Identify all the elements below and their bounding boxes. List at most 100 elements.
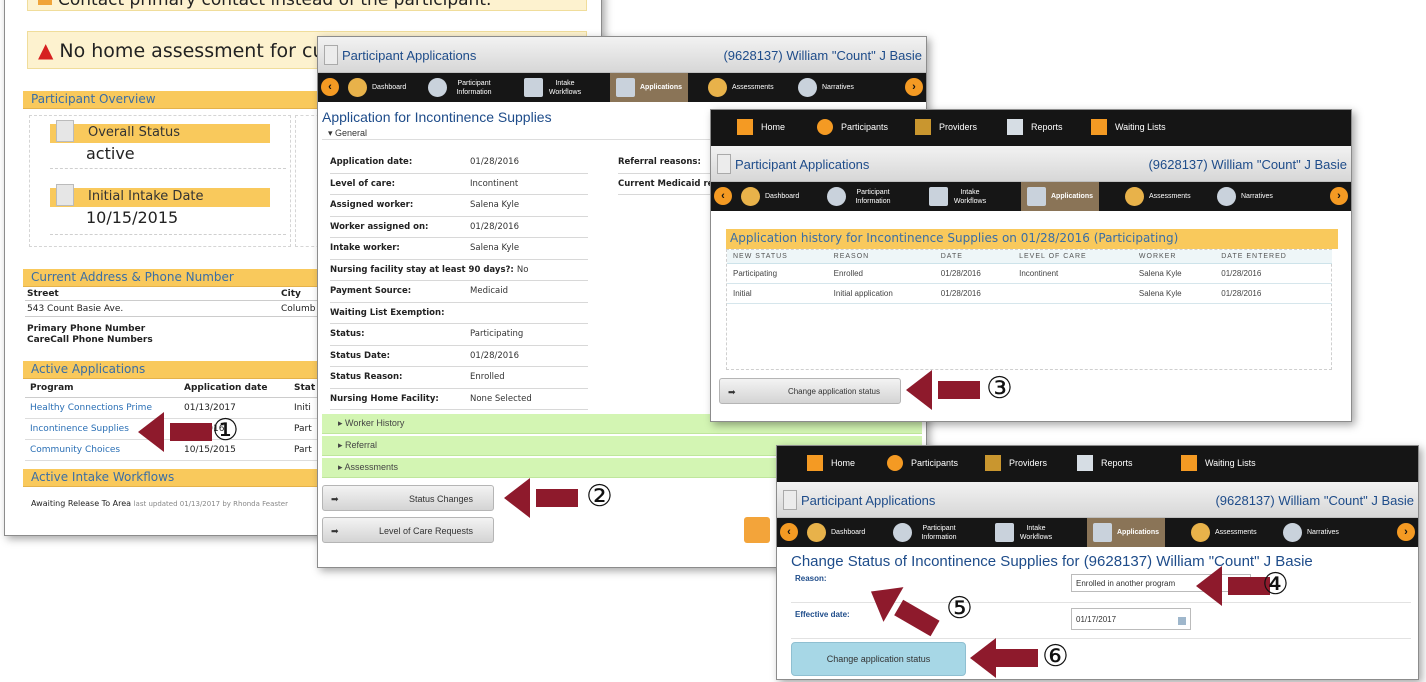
dashboard-icon bbox=[741, 187, 760, 206]
city-header: City bbox=[281, 289, 301, 299]
nav-next-icon[interactable]: › bbox=[905, 78, 923, 96]
program-link[interactable]: Incontinence Supplies bbox=[30, 424, 129, 434]
form-title: Application for Incontinence Supplies bbox=[322, 109, 552, 125]
nav-prev-icon[interactable]: ‹ bbox=[714, 187, 732, 205]
tab-narratives[interactable]: Narratives bbox=[792, 73, 860, 102]
tab-applications[interactable]: Applications bbox=[1021, 182, 1100, 211]
tab-intake-workflows[interactable]: Intake Workflows bbox=[923, 182, 993, 211]
street-value: 543 Count Basie Ave. bbox=[27, 304, 124, 314]
tab-participant-information[interactable]: Participant Information bbox=[887, 518, 967, 547]
program-link[interactable]: Healthy Connections Prime bbox=[30, 403, 152, 413]
nav-home[interactable]: Home bbox=[807, 455, 855, 471]
main-nav: Home Participants Providers Reports Wait… bbox=[777, 446, 1418, 482]
nav-waiting-lists[interactable]: Waiting Lists bbox=[1091, 119, 1166, 135]
tab-dashboard[interactable]: Dashboard bbox=[342, 73, 412, 102]
nav-prev-icon[interactable]: ‹ bbox=[321, 78, 339, 96]
nav-reports[interactable]: Reports bbox=[1007, 119, 1063, 135]
nav-next-icon[interactable]: › bbox=[1397, 523, 1415, 541]
participant-name: (9628137) William "Count" J Basie bbox=[723, 48, 922, 63]
program-link[interactable]: Community Choices bbox=[30, 445, 120, 455]
nav-participants[interactable]: Participants bbox=[887, 455, 958, 471]
participant-name: (9628137) William "Count" J Basie bbox=[1215, 493, 1414, 508]
callout-arrow-4 bbox=[1196, 566, 1270, 606]
effective-date-input[interactable]: 01/17/2017 bbox=[1071, 608, 1191, 630]
effective-date-label: Effective date: bbox=[795, 610, 850, 619]
app-logo-icon bbox=[783, 490, 797, 510]
home-icon bbox=[807, 455, 823, 471]
participant-name: (9628137) William "Count" J Basie bbox=[1148, 157, 1347, 172]
nav-participants[interactable]: Participants bbox=[817, 119, 888, 135]
callout-arrow-2 bbox=[504, 478, 578, 518]
speech-bubble-icon bbox=[798, 78, 817, 97]
title-bar: Participant Applications (9628137) Willi… bbox=[711, 146, 1351, 182]
nav-next-icon[interactable]: › bbox=[1330, 187, 1348, 205]
tab-applications[interactable]: Applications bbox=[610, 73, 689, 102]
field-row: Payment Source: Medicaid bbox=[330, 281, 588, 303]
field-row: Status: Participating bbox=[330, 324, 588, 346]
title-bar: Participant Applications (9628137) Willi… bbox=[777, 482, 1418, 518]
tab-assessments[interactable]: Assessments bbox=[1185, 518, 1263, 547]
primary-contact-alert: Contact primary contact instead of the p… bbox=[27, 0, 587, 11]
assessment-icon bbox=[1125, 187, 1144, 206]
speech-bubble-icon bbox=[1217, 187, 1236, 206]
level-of-care-requests-button[interactable]: ➡ Level of Care Requests bbox=[322, 517, 494, 543]
tab-assessments[interactable]: Assessments bbox=[702, 73, 780, 102]
providers-icon bbox=[985, 455, 1001, 471]
assessment-icon bbox=[708, 78, 727, 97]
application-date-header: Application date bbox=[179, 379, 289, 398]
applications-icon bbox=[616, 78, 635, 97]
section-nav: ‹ Dashboard Participant Information Inta… bbox=[777, 518, 1418, 547]
field-row: Waiting List Exemption: bbox=[330, 303, 588, 324]
alert-icon bbox=[38, 0, 52, 5]
nav-providers[interactable]: Providers bbox=[985, 455, 1047, 471]
history-box: NEW STATUS REASON DATE LEVEL OF CARE WOR… bbox=[726, 249, 1332, 370]
change-application-status-button[interactable]: ➡ Change application status bbox=[719, 378, 901, 404]
field-row: Nursing Home Facility: None Selected bbox=[330, 389, 588, 410]
callout-number-6: ⑥ bbox=[1042, 639, 1069, 674]
tab-dashboard[interactable]: Dashboard bbox=[735, 182, 805, 211]
overall-status-value: active bbox=[86, 144, 135, 163]
field-row: Worker assigned on: 01/28/2016 bbox=[330, 217, 588, 238]
reports-icon bbox=[1007, 119, 1023, 135]
callout-number-3: ③ bbox=[986, 371, 1013, 406]
title-bar: Participant Applications (9628137) Willi… bbox=[318, 37, 926, 73]
callout-arrow-6 bbox=[970, 638, 1038, 678]
nav-waiting-lists[interactable]: Waiting Lists bbox=[1181, 455, 1256, 471]
calendar-icon bbox=[56, 184, 74, 206]
street-header: Street bbox=[27, 289, 59, 299]
participants-icon bbox=[887, 455, 903, 471]
nav-providers[interactable]: Providers bbox=[915, 119, 977, 135]
change-application-status-button[interactable]: Change application status bbox=[791, 642, 966, 676]
speech-bubble-icon bbox=[1283, 523, 1302, 542]
tab-intake-workflows[interactable]: Intake Workflows bbox=[518, 73, 588, 102]
table-row: Participating Enrolled 01/28/2016 Incontin… bbox=[727, 263, 1332, 284]
nav-prev-icon[interactable]: ‹ bbox=[780, 523, 798, 541]
callout-number-1: ① bbox=[212, 413, 239, 448]
status-changes-button[interactable]: ➡ Status Changes bbox=[322, 485, 494, 511]
application-history-panel: Home Participants Providers Reports Wait… bbox=[710, 109, 1352, 422]
calendar-icon[interactable] bbox=[1178, 617, 1186, 625]
tab-applications[interactable]: Applications bbox=[1087, 518, 1166, 547]
tab-assessments[interactable]: Assessments bbox=[1119, 182, 1197, 211]
tab-narratives[interactable]: Narratives bbox=[1211, 182, 1279, 211]
tab-participant-information[interactable]: Participant Information bbox=[821, 182, 901, 211]
arrow-right-icon: ➡ bbox=[728, 387, 736, 397]
arrow-right-icon: ➡ bbox=[331, 494, 339, 504]
field-row: Status Reason: Enrolled bbox=[330, 367, 588, 389]
nav-home[interactable]: Home bbox=[737, 119, 785, 135]
primary-phone-label: Primary Phone Number bbox=[27, 324, 146, 334]
nav-reports[interactable]: Reports bbox=[1077, 455, 1133, 471]
field-row: Intake worker: Salena Kyle bbox=[330, 238, 588, 260]
workflow-item: Awaiting Release To Area last updated 01… bbox=[31, 499, 288, 508]
overall-status-label: Overall Status bbox=[50, 120, 270, 143]
edit-icon[interactable] bbox=[744, 517, 770, 543]
waiting-lists-icon bbox=[1181, 455, 1197, 471]
tab-intake-workflows[interactable]: Intake Workflows bbox=[989, 518, 1059, 547]
providers-icon bbox=[915, 119, 931, 135]
tab-narratives[interactable]: Narratives bbox=[1277, 518, 1345, 547]
history-table: NEW STATUS REASON DATE LEVEL OF CARE WOR… bbox=[727, 250, 1332, 304]
section-nav: ‹ Dashboard Participant Information Inta… bbox=[711, 182, 1351, 211]
tab-participant-information[interactable]: Participant Information bbox=[422, 73, 502, 102]
dashboard-icon bbox=[807, 523, 826, 542]
tab-dashboard[interactable]: Dashboard bbox=[801, 518, 871, 547]
